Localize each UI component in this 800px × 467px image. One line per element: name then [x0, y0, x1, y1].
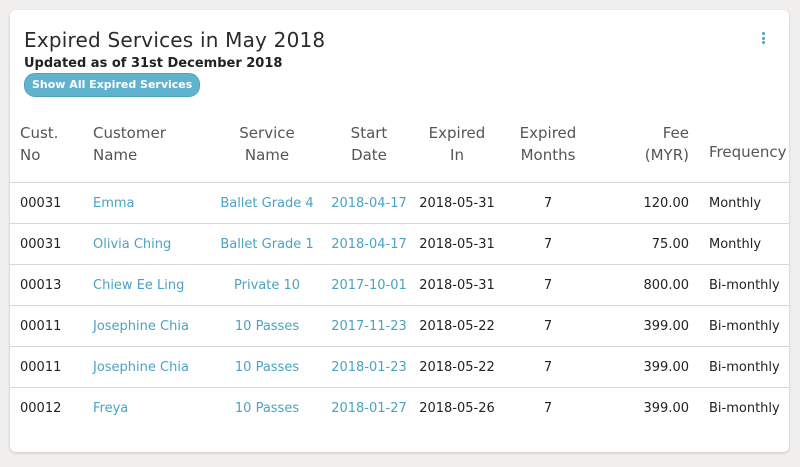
start-date-link[interactable]: 2017-11-23	[331, 319, 407, 334]
customer-name-cell: Josephine Chia	[93, 346, 213, 388]
table-body: 00031 Emma Ballet Grade 4 2018-04-17 2018-05…	[10, 182, 789, 429]
start-date-cell: 2018-01-27	[321, 388, 417, 429]
fee-cell: 120.00	[599, 182, 699, 224]
start-date-cell: 2018-04-17	[321, 182, 417, 224]
expired-in-cell: 2018-05-26	[419, 400, 495, 416]
customer-name-cell: Freya	[93, 388, 213, 429]
expired-services-table: Cust. No Customer Name Service Name Start Date E…	[10, 122, 789, 428]
expired-months-cell: 7	[543, 400, 553, 416]
expired-services-card: Expired Services in May 2018 Updated as …	[10, 10, 789, 452]
expired-in-cell: 2018-05-22	[417, 305, 497, 347]
service-name-link[interactable]: Private 10	[234, 278, 300, 293]
start-date-link[interactable]: 2017-10-01	[331, 278, 407, 293]
expired-months-cell: 7	[497, 182, 599, 224]
start-date-link[interactable]: 2018-01-23	[331, 360, 407, 375]
start-date-cell: 2017-11-23	[321, 305, 417, 347]
fee-cell: 399.00	[643, 400, 690, 416]
fee-cell: 75.00	[599, 223, 699, 265]
col-header-frequency: Frequency	[699, 122, 789, 183]
card-title: Expired Services in May 2018	[24, 28, 326, 52]
cust-no-cell: 00031	[10, 182, 93, 224]
frequency-cell: Bi-monthly	[709, 400, 780, 416]
service-name-cell: 10 Passes	[213, 346, 321, 388]
customer-name-link[interactable]: Josephine Chia	[93, 319, 189, 334]
frequency-cell: Bi-monthly	[699, 346, 789, 388]
table-header-row: Cust. No Customer Name Service Name Start Date E…	[10, 122, 789, 183]
start-date-link[interactable]: 2018-04-17	[331, 237, 407, 252]
customer-name-cell: Olivia Ching	[93, 223, 213, 265]
service-name-link[interactable]: Ballet Grade 4	[220, 196, 313, 211]
customer-name-cell: Chiew Ee Ling	[93, 264, 213, 306]
service-name-cell: Ballet Grade 1	[213, 223, 321, 265]
start-date-cell: 2017-10-01	[321, 264, 417, 306]
table-row: 00031 Emma Ballet Grade 4 2018-04-17 2018-05…	[10, 182, 789, 224]
start-date-link[interactable]: 2018-04-17	[331, 196, 407, 211]
cust-no-cell: 00031	[10, 223, 93, 265]
cust-no-cell: 00012	[20, 400, 62, 416]
customer-name-link[interactable]: Emma	[93, 196, 135, 211]
table-row: 00013 Chiew Ee Ling Private 10 2017-10-01 20…	[10, 264, 789, 306]
customer-name-link[interactable]: Chiew Ee Ling	[93, 278, 184, 293]
expired-months-cell: 7	[497, 346, 599, 388]
fee-cell: 399.00	[599, 305, 699, 347]
expired-in-cell: 2018-05-31	[417, 264, 497, 306]
expired-months-cell: 7	[497, 264, 599, 306]
service-name-cell: 10 Passes	[213, 388, 321, 429]
table-row: 00011 Josephine Chia 10 Passes 2017-11-23 20…	[10, 305, 789, 347]
col-header-expired-months: Expired Months	[497, 122, 599, 183]
updated-date-text: Updated as of 31st December 2018	[24, 56, 283, 71]
expired-months-cell: 7	[497, 223, 599, 265]
col-header-start-date: Start Date	[321, 122, 417, 183]
start-date-cell: 2018-04-17	[321, 223, 417, 265]
start-date-link[interactable]: 2018-01-27	[331, 401, 407, 416]
customer-name-link[interactable]: Josephine Chia	[93, 360, 189, 375]
cust-no-cell: 00011	[10, 305, 93, 347]
frequency-cell: Bi-monthly	[699, 264, 789, 306]
table-row: 00011 Josephine Chia 10 Passes 2018-01-23 20…	[10, 346, 789, 388]
table-row: 00012 Freya 10 Passes 2018-01-27 2018-05-26 7…	[10, 388, 789, 429]
show-all-expired-services-button[interactable]: Show All Expired Services	[24, 73, 201, 97]
col-header-customer-name: Customer Name	[93, 122, 213, 183]
fee-cell: 399.00	[599, 346, 699, 388]
col-header-cust-no: Cust. No	[10, 122, 93, 183]
col-header-service-name: Service Name	[213, 122, 321, 183]
cust-no-cell: 00011	[10, 346, 93, 388]
service-name-cell: Ballet Grade 4	[213, 182, 321, 224]
service-name-cell: Private 10	[213, 264, 321, 306]
more-vertical-icon[interactable]	[758, 30, 768, 46]
customer-name-link[interactable]: Freya	[93, 401, 128, 416]
col-header-fee: Fee (MYR)	[599, 122, 699, 183]
table-row: 00031 Olivia Ching Ballet Grade 1 2018-04-1…	[10, 223, 789, 265]
col-header-expired-in: Expired In	[417, 122, 497, 183]
expired-in-cell: 2018-05-31	[417, 223, 497, 265]
customer-name-cell: Josephine Chia	[93, 305, 213, 347]
service-name-link[interactable]: 10 Passes	[235, 360, 299, 375]
frequency-cell: Monthly	[699, 182, 789, 224]
expired-months-cell: 7	[497, 305, 599, 347]
service-name-cell: 10 Passes	[213, 305, 321, 347]
frequency-cell: Monthly	[699, 223, 789, 265]
customer-name-link[interactable]: Olivia Ching	[93, 237, 171, 252]
service-name-link[interactable]: 10 Passes	[235, 319, 299, 334]
start-date-cell: 2018-01-23	[321, 346, 417, 388]
cust-no-cell: 00013	[10, 264, 93, 306]
expired-in-cell: 2018-05-22	[417, 346, 497, 388]
service-name-link[interactable]: 10 Passes	[235, 401, 299, 416]
customer-name-cell: Emma	[93, 182, 213, 224]
service-name-link[interactable]: Ballet Grade 1	[220, 237, 313, 252]
fee-cell: 800.00	[599, 264, 699, 306]
frequency-cell: Bi-monthly	[699, 305, 789, 347]
expired-in-cell: 2018-05-31	[417, 182, 497, 224]
